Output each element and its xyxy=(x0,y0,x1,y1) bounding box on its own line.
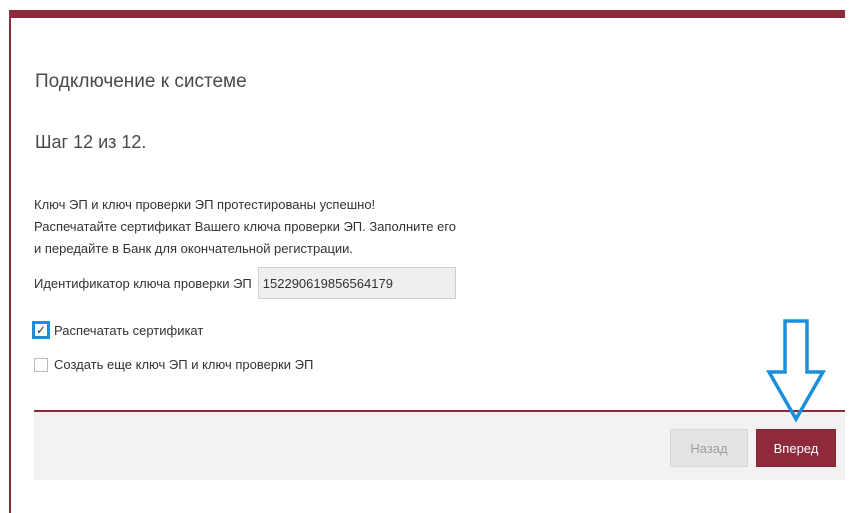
print-certificate-option[interactable]: ✓ Распечатать сертификат xyxy=(32,321,204,339)
key-id-label: Идентификатор ключа проверки ЭП xyxy=(34,275,252,291)
create-another-key-label: Создать еще ключ ЭП и ключ проверки ЭП xyxy=(54,357,314,372)
message-line-2: Распечатайте сертификат Вашего ключа про… xyxy=(34,219,457,234)
wizard-page: Подключение к системе Шаг 12 из 12. Ключ… xyxy=(0,0,853,513)
create-another-key-checkbox[interactable] xyxy=(34,357,48,372)
page-title: Подключение к системе xyxy=(35,71,247,92)
step-indicator: Шаг 12 из 12. xyxy=(35,132,147,152)
key-id-row: Идентификатор ключа проверки ЭП xyxy=(34,266,456,300)
key-id-field[interactable] xyxy=(257,267,456,299)
checkmark-icon: ✓ xyxy=(35,323,47,337)
top-accent-bar xyxy=(10,10,845,18)
back-button[interactable]: Назад xyxy=(670,429,748,467)
message-line-1: Ключ ЭП и ключ проверки ЭП протестирован… xyxy=(34,197,376,212)
print-certificate-checkbox[interactable]: ✓ xyxy=(32,321,50,339)
message-line-3: и передайте в Банк для окончательной рег… xyxy=(34,241,354,256)
create-another-key-option[interactable]: Создать еще ключ ЭП и ключ проверки ЭП xyxy=(34,357,313,372)
left-accent-bar xyxy=(9,10,11,513)
success-message: Ключ ЭП и ключ проверки ЭП протестирован… xyxy=(34,194,456,260)
arrow-down-icon xyxy=(765,319,827,422)
next-button[interactable]: Вперед xyxy=(756,429,836,467)
print-certificate-label: Распечатать сертификат xyxy=(54,322,204,338)
